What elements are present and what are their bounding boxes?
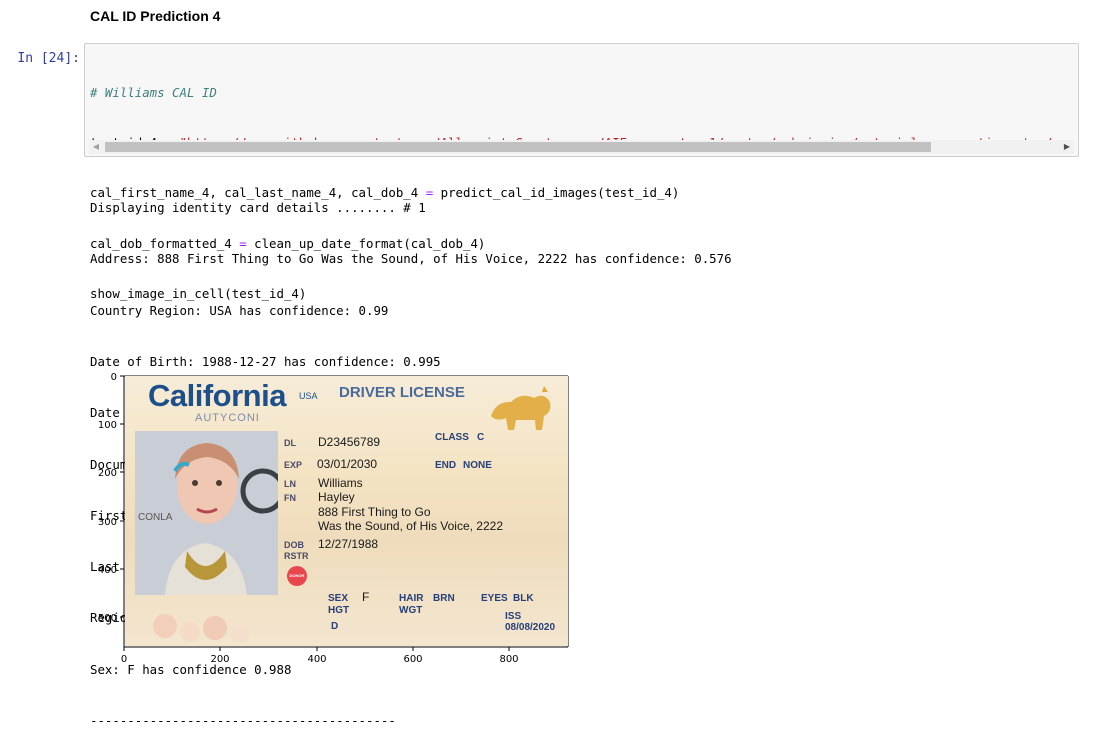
y-tick-label: 500 [98,613,117,624]
license-image: California USA DRIVER LICENSE AUTYCONI C… [125,376,568,646]
license-watermark: AUTYCONI [195,412,260,424]
address-line-1: 888 First Thing to Go [318,505,431,519]
ln-label: LN [284,479,296,489]
exp-date: 03/01/2030 [317,457,378,471]
dd-label: D [331,621,339,632]
output-line: Displaying identity card details .......… [90,200,426,216]
x-tick-label: 0 [121,654,127,665]
wgt-label: WGT [399,605,423,616]
y-tick-label: 100 [98,420,117,431]
eyes-value: BLK [513,593,534,604]
last-name: Williams [318,476,363,490]
sex-label: SEX [328,593,349,604]
x-tick-label: 400 [307,654,326,665]
x-tick-label: 800 [499,654,518,665]
license-side-text: CONLA [138,512,173,523]
scroll-right-icon[interactable]: ▶ [1060,140,1074,154]
y-tick-label: 0 [111,372,117,383]
fn-label: FN [284,493,296,503]
output-divider: ----------------------------------------… [90,713,396,728]
license-state: California [148,378,286,413]
class-value: C [477,432,485,443]
flower-decoration-icon [153,614,249,643]
y-tick-label: 200 [98,468,117,479]
class-label: CLASS [435,432,469,443]
license-country: USA [299,391,318,401]
cell-prompt: In [24]: [17,51,80,66]
markdown-heading: CAL ID Prediction 4 [90,8,221,24]
dob: 12/27/1988 [318,537,379,551]
address-line-2: Was the Sound, of His Voice, 2222 [318,519,503,533]
sex-value: F [362,590,370,604]
output-line: Country Region: USA has confidence: 0.99 [90,302,389,318]
hair-value: BRN [433,593,455,604]
x-tick-label: 200 [210,654,229,665]
end-value: NONE [463,460,492,471]
eyes-label: EYES [481,593,508,604]
scroll-left-icon[interactable]: ◀ [89,140,103,154]
iss-date: 08/08/2020 [505,622,556,633]
rstr-label: RSTR [284,551,309,561]
horizontal-scrollbar[interactable]: ◀ ▶ [89,140,1074,154]
license-type: DRIVER LICENSE [339,384,465,401]
iss-label: ISS [505,611,522,622]
donor-badge: DONOR [287,566,307,586]
dob-label: DOB [284,540,304,550]
first-name: Hayley [318,490,355,504]
output-line: Address: 888 First Thing to Go Was the S… [90,251,732,267]
hgt-label: HGT [328,605,350,616]
dl-number: D23456789 [318,435,381,449]
scrollbar-thumb[interactable] [105,142,931,152]
y-tick-label: 300 [98,517,117,528]
exp-label: EXP [284,460,303,470]
code-line-0: # Williams CAL ID [90,84,217,100]
code-cell[interactable]: # Williams CAL ID test_id_4 = "https://r… [84,43,1079,301]
hair-label: HAIR [399,593,424,604]
x-tick-label: 600 [403,654,422,665]
y-tick-label: 400 [98,565,117,576]
end-label: END [435,460,457,471]
bear-icon [491,386,551,430]
dl-label: DL [284,438,296,448]
